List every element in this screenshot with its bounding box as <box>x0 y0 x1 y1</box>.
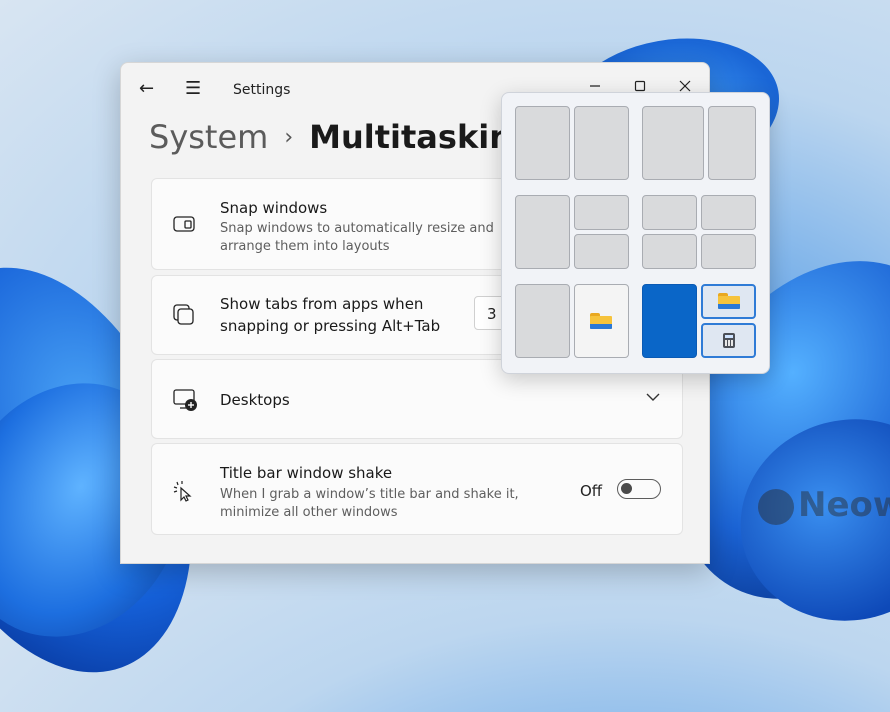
snap-zone-app[interactable] <box>574 284 629 358</box>
card-description: Snap windows to automatically resize and <box>220 221 494 236</box>
snap-zone[interactable] <box>574 195 629 230</box>
file-explorer-icon <box>590 313 612 329</box>
snap-zone[interactable] <box>708 106 756 180</box>
card-title: Desktops <box>220 391 290 409</box>
toggle-knob <box>621 483 632 494</box>
watermark-logo <box>758 489 794 525</box>
snap-zone[interactable] <box>515 195 570 269</box>
app-title: Settings <box>233 82 291 98</box>
card-title: Show tabs from apps when <box>220 295 424 313</box>
snap-zone[interactable] <box>642 106 704 180</box>
card-description: When I grab a window’s title bar and sha… <box>220 487 519 502</box>
hamburger-menu-icon[interactable]: ☰ <box>185 80 201 98</box>
snap-zone[interactable] <box>701 195 756 230</box>
snap-zone[interactable] <box>515 106 570 180</box>
title-bar-shake-toggle[interactable] <box>617 479 661 499</box>
watermark: Neow <box>798 485 890 525</box>
back-arrow-icon[interactable]: ← <box>139 80 154 98</box>
snap-zone-app[interactable] <box>701 284 756 319</box>
card-description: minimize all other windows <box>220 505 398 520</box>
snap-zone-app[interactable] <box>701 323 756 358</box>
snap-layouts-flyout <box>501 92 770 374</box>
desktop-add-icon <box>172 387 197 411</box>
snap-zone[interactable] <box>574 106 629 180</box>
snap-window-icon <box>172 212 196 236</box>
breadcrumb-parent[interactable]: System <box>149 118 268 156</box>
cursor-shake-icon <box>172 479 196 503</box>
snap-zone[interactable] <box>701 234 756 269</box>
card-title: Snap windows <box>220 199 328 217</box>
snap-zone[interactable] <box>642 195 697 230</box>
breadcrumb-separator: › <box>284 125 294 150</box>
chevron-down-icon[interactable] <box>646 390 660 406</box>
snap-zone[interactable] <box>574 234 629 269</box>
title-bar-shake-card: Title bar window shake When I grab a win… <box>151 443 683 535</box>
card-title: snapping or pressing Alt+Tab <box>220 317 441 335</box>
snap-zone-active[interactable] <box>642 284 697 358</box>
tabs-icon <box>172 303 196 327</box>
toggle-state-label: Off <box>580 482 603 500</box>
calculator-icon <box>723 333 735 348</box>
card-description: arrange them into layouts <box>220 239 390 254</box>
breadcrumb: System › Multitasking <box>149 118 535 156</box>
card-title: Title bar window shake <box>220 464 393 482</box>
file-explorer-icon <box>718 293 740 309</box>
snap-zone[interactable] <box>642 234 697 269</box>
snap-zone[interactable] <box>515 284 570 358</box>
